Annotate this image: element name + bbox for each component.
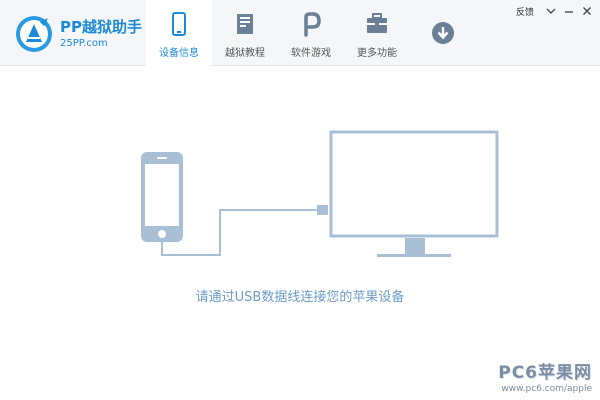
usb-cable: [161, 209, 318, 256]
phone-icon: [172, 12, 186, 36]
minimize-icon: [565, 11, 573, 13]
close-icon: [583, 7, 591, 15]
main-tabs: 设备信息 越狱教程 软件游戏 更多功能: [146, 0, 410, 66]
tab-more-features[interactable]: 更多功能: [344, 0, 410, 66]
pp-app-icon: [304, 12, 321, 37]
top-bar: PP越狱助手 25PP.com 设备信息 越狱教程 软件游戏 更多功能 反馈: [0, 0, 600, 66]
tab-jailbreak-tutorial[interactable]: 越狱教程: [212, 0, 278, 66]
toolbox-icon: [367, 13, 387, 33]
download-icon[interactable]: [430, 20, 456, 46]
tab-label: 更多功能: [357, 48, 397, 59]
app-site: 25PP.com: [60, 38, 108, 49]
feedback-link[interactable]: 反馈: [516, 5, 534, 18]
menu-button[interactable]: [542, 4, 560, 18]
connect-prompt: 请通过USB数据线连接您的苹果设备: [195, 290, 405, 305]
close-button[interactable]: [578, 4, 596, 18]
watermark-title: PC6苹果网: [498, 363, 592, 383]
iphone-illustration: [141, 152, 183, 242]
tab-apps-games[interactable]: 软件游戏: [278, 0, 344, 66]
usb-plug: [317, 205, 328, 215]
tab-label: 越狱教程: [225, 48, 265, 59]
watermark-url: www.pc6.com/apple: [501, 384, 592, 394]
app-window: PP越狱助手 25PP.com 设备信息 越狱教程 软件游戏 更多功能 反馈 请…: [0, 0, 600, 400]
app-name: PP越狱助手: [60, 18, 142, 36]
window-controls: 反馈: [516, 4, 596, 18]
tab-label: 软件游戏: [291, 48, 331, 59]
book-icon: [237, 14, 253, 34]
connect-illustration: [141, 130, 499, 257]
tab-label: 设备信息: [159, 48, 199, 59]
monitor-illustration: [329, 130, 499, 257]
watermark: PC6苹果网 www.pc6.com/apple: [498, 358, 592, 394]
pp-logo-icon: [16, 16, 52, 52]
tab-device-info[interactable]: 设备信息: [146, 0, 212, 66]
minimize-button[interactable]: [560, 4, 578, 18]
menu-arrow-icon: [546, 8, 556, 14]
